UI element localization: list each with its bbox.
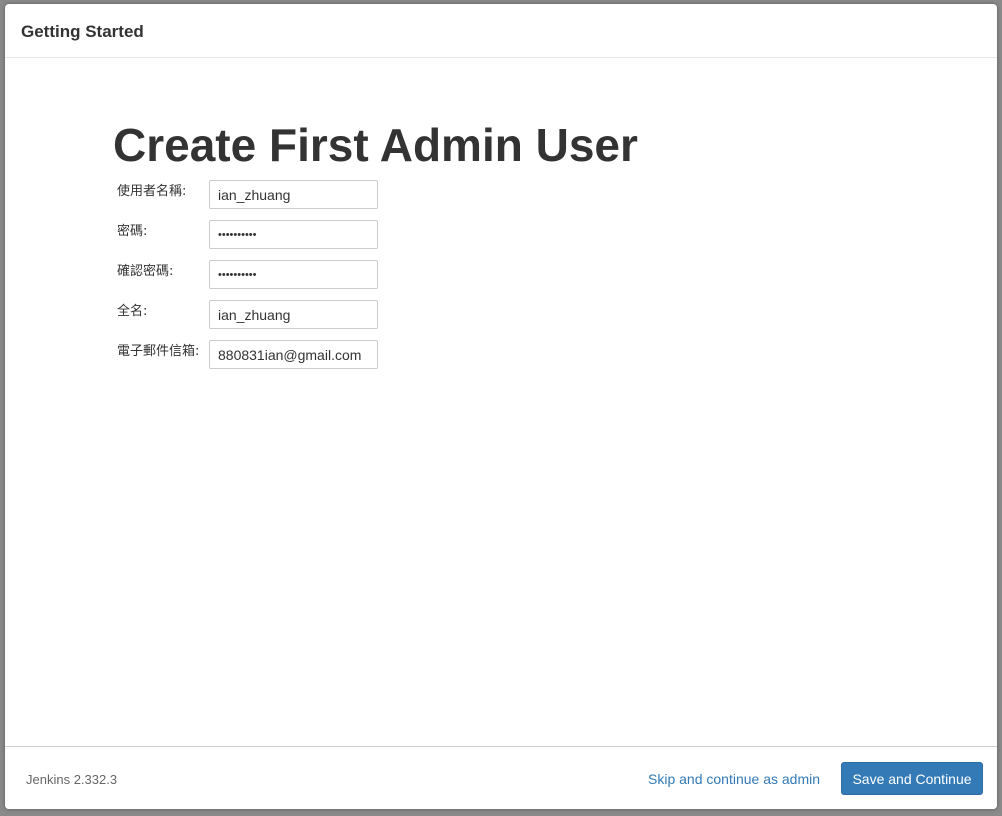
email-label: 電子郵件信箱: [117,344,200,359]
username-row: 使用者名稱: [117,180,387,209]
page-title: Create First Admin User [113,119,638,171]
username-label: 使用者名稱: [117,184,187,199]
password-label: 密碼: [117,224,148,239]
confirm-password-input[interactable] [209,260,378,289]
skip-continue-as-admin-link[interactable]: Skip and continue as admin [648,770,820,788]
confirm-password-row: 確認密碼: [117,260,387,289]
username-input[interactable] [209,180,378,209]
email-row: 電子郵件信箱: [117,340,387,369]
password-input[interactable] [209,220,378,249]
confirm-password-label: 確認密碼: [117,264,174,279]
version-label: Jenkins 2.332.3 [26,772,118,787]
dialog-body: Create First Admin User 使用者名稱: 密碼: 確認密碼:… [5,59,997,746]
password-row: 密碼: [117,220,387,249]
fullname-input[interactable] [209,300,378,329]
fullname-label: 全名: [117,304,148,319]
dialog-title: Getting Started [21,22,144,41]
save-and-continue-button[interactable]: Save and Continue [841,762,983,795]
dialog-footer: Jenkins 2.332.3 Skip and continue as adm… [5,746,997,809]
setup-wizard-dialog: Getting Started Create First Admin User … [5,4,997,809]
dialog-header: Getting Started [5,4,997,58]
email-input[interactable] [209,340,378,369]
fullname-row: 全名: [117,300,387,329]
